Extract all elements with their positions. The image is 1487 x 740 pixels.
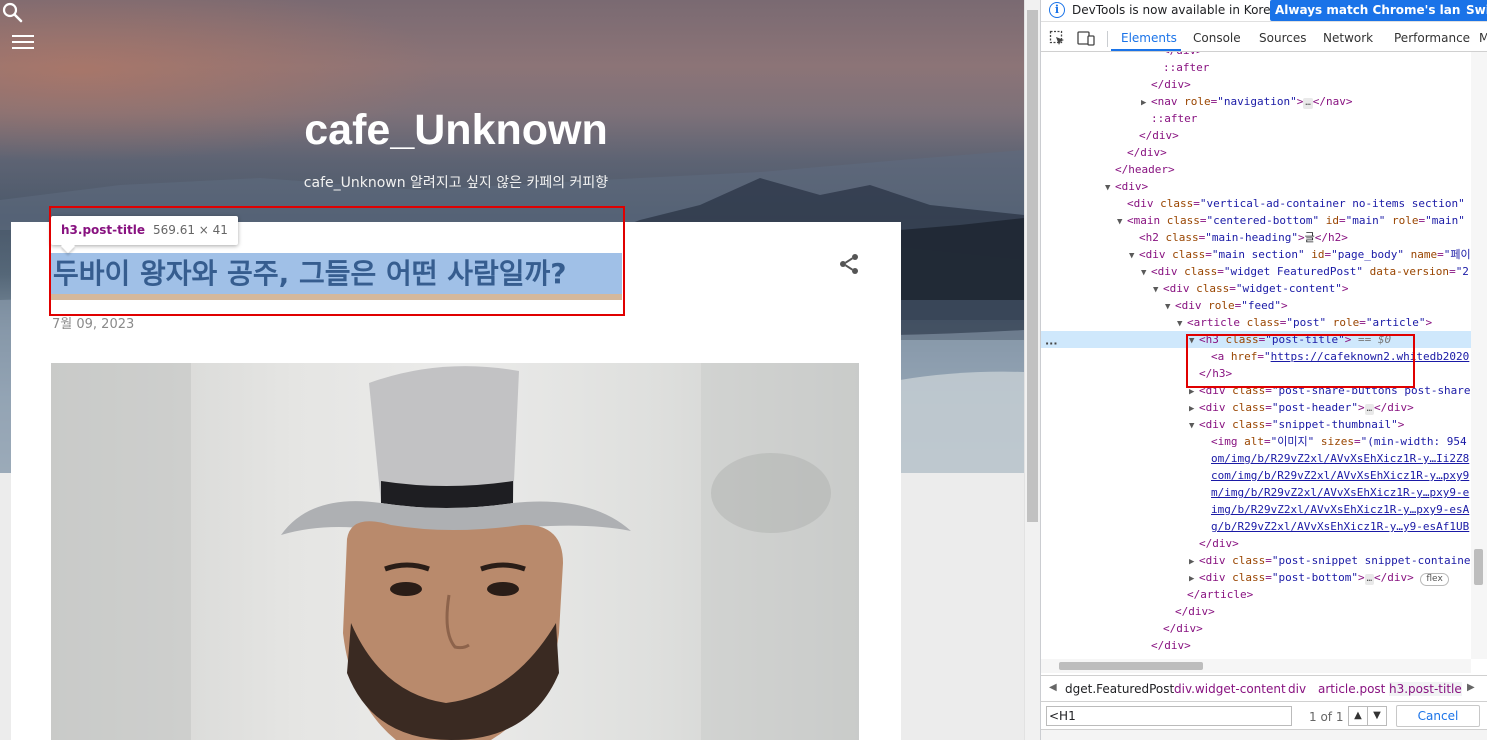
switch-language-button[interactable]: Swit <box>1461 0 1487 21</box>
dom-line[interactable]: om/img/b/R29vZ2xl/AVvXsEhXicz1R-y…Ii2Z8 <box>1041 450 1471 467</box>
dom-line[interactable]: ▼ <div class="snippet-thumbnail"> <box>1041 416 1471 433</box>
tab-elements[interactable]: Elements <box>1121 31 1177 45</box>
tab-more[interactable]: M <box>1479 31 1487 45</box>
dom-line[interactable]: img/b/R29vZ2xl/AVvXsEhXicz1R-y…pxy9-esA <box>1041 501 1471 518</box>
dom-line[interactable]: ▼ <div class="main section" id="page_body… <box>1041 246 1471 263</box>
active-tab-indicator <box>1111 49 1181 51</box>
breadcrumb-item[interactable]: dget.FeaturedPost <box>1065 682 1174 696</box>
drawer-bar <box>1041 729 1487 740</box>
menu-icon[interactable] <box>12 32 34 50</box>
dom-line[interactable]: </div> <box>1041 620 1471 637</box>
tab-network[interactable]: Network <box>1323 31 1373 45</box>
post-date: 7월 09, 2023 <box>52 317 135 332</box>
inspect-element-icon[interactable] <box>1049 30 1065 46</box>
post-thumbnail-image[interactable] <box>51 363 859 740</box>
search-icon[interactable] <box>0 0 24 24</box>
dom-line[interactable]: ▼ <div> <box>1041 178 1471 195</box>
dom-line[interactable]: </div> <box>1041 52 1471 59</box>
more-actions-icon[interactable]: ··· <box>1045 337 1058 350</box>
page-scrollbar-thumb[interactable] <box>1027 10 1038 522</box>
share-icon[interactable] <box>837 252 861 276</box>
dom-line[interactable]: </div> <box>1041 603 1471 620</box>
dom-line[interactable]: m/img/b/R29vZ2xl/AVvXsEhXicz1R-y…pxy9-e <box>1041 484 1471 501</box>
breadcrumb-item[interactable]: div <box>1288 682 1306 696</box>
dom-line[interactable]: </header> <box>1041 161 1471 178</box>
dom-line[interactable]: </article> <box>1041 586 1471 603</box>
breadcrumb-item[interactable]: article.post <box>1318 682 1385 696</box>
breadcrumb-scroll-right-icon[interactable]: ▶ <box>1467 682 1475 693</box>
language-infobar: i DevTools is now available in Korean! A… <box>1041 0 1487 22</box>
dom-line[interactable]: </div> <box>1041 127 1471 144</box>
find-next-icon[interactable]: ▼ <box>1367 706 1387 726</box>
dom-line[interactable]: <img alt="이미지" sizes="(min-width: 954 <box>1041 433 1471 450</box>
dom-line[interactable]: </div> <box>1041 76 1471 93</box>
find-match-count: 1 of 1 <box>1309 710 1344 724</box>
annotation-box-title <box>49 206 625 316</box>
dom-line[interactable]: com/img/b/R29vZ2xl/AVvXsEhXicz1R-y…pxy9 <box>1041 467 1471 484</box>
tab-performance[interactable]: Performance <box>1394 31 1470 45</box>
dom-line[interactable]: g/b/R29vZ2xl/AVvXsEhXicz1R-y…y9-esAf1UB <box>1041 518 1471 535</box>
dom-line[interactable]: ▶ <div class="post-snippet snippet-contai… <box>1041 552 1471 569</box>
dom-tree-horizontal-scrollbar[interactable] <box>1041 659 1471 673</box>
find-input[interactable] <box>1046 706 1292 726</box>
dom-line[interactable]: ▼ <main class="centered-bottom" id="main"… <box>1041 212 1471 229</box>
breadcrumb-item-current[interactable]: h3.post-title <box>1389 682 1462 696</box>
dom-line[interactable]: ▼ <div role="feed"> <box>1041 297 1471 314</box>
find-cancel-button[interactable]: Cancel <box>1396 705 1480 727</box>
dom-line[interactable]: <div class="vertical-ad-container no-ite… <box>1041 195 1471 212</box>
breadcrumb: ◀ dget.FeaturedPost div.widget-content d… <box>1041 675 1487 701</box>
dom-line[interactable]: ::after <box>1041 59 1471 76</box>
dom-line[interactable]: </div> <box>1041 637 1471 654</box>
dom-line[interactable]: <h2 class="main-heading">글</h2> <box>1041 229 1471 246</box>
site-description: cafe_Unknown 알려지고 싶지 않은 카페의 커피향 <box>303 175 609 191</box>
dom-line[interactable]: ▶ <div class="post-header">… </div> <box>1041 399 1471 416</box>
toolbar-separator <box>1107 31 1108 47</box>
man-in-top-hat-photo <box>51 363 859 740</box>
blog-page: cafe_Unknown cafe_Unknown 알려지고 싶지 않은 카페의… <box>0 0 1024 740</box>
dom-line[interactable]: ▶ <div class="post-bottom">… </div> flex <box>1041 569 1471 586</box>
dom-line[interactable]: ▼ <article class="post" role="article"> <box>1041 314 1471 331</box>
dom-line[interactable]: ▼ <div class="widget FeaturedPost" data-v… <box>1041 263 1471 280</box>
page-scrollbar[interactable] <box>1024 0 1040 740</box>
tab-sources[interactable]: Sources <box>1259 31 1306 45</box>
find-previous-icon[interactable]: ▲ <box>1348 706 1368 726</box>
annotation-box-h3-node <box>1186 334 1415 388</box>
scrollbar-thumb[interactable] <box>1474 549 1483 585</box>
dom-line[interactable]: ▶ <nav role="navigation">… </nav> <box>1041 93 1471 110</box>
dom-line[interactable]: ▼ <div class="widget-content"> <box>1041 280 1471 297</box>
device-toolbar-icon[interactable] <box>1077 30 1095 46</box>
find-bar: 1 of 1 ▲ ▼ Cancel <box>1041 701 1487 729</box>
devtools-tabbar: Elements Console Sources Network Perform… <box>1041 25 1487 52</box>
breadcrumb-scroll-left-icon[interactable]: ◀ <box>1049 682 1057 693</box>
always-match-language-button[interactable]: Always match Chrome's language <box>1270 0 1487 21</box>
breadcrumb-item[interactable]: div.widget-content <box>1174 682 1286 696</box>
scrollbar-thumb[interactable] <box>1059 662 1203 670</box>
info-icon: i <box>1049 2 1065 18</box>
dom-line[interactable]: </div> <box>1041 144 1471 161</box>
tab-console[interactable]: Console <box>1193 31 1241 45</box>
site-title[interactable]: cafe_Unknown <box>0 106 912 155</box>
dom-tree-vertical-scrollbar[interactable] <box>1471 52 1487 659</box>
infobar-message: DevTools is now available in Korean! <box>1072 3 1291 17</box>
dom-line[interactable]: </div> <box>1041 535 1471 552</box>
dom-line[interactable]: ::after <box>1041 110 1471 127</box>
